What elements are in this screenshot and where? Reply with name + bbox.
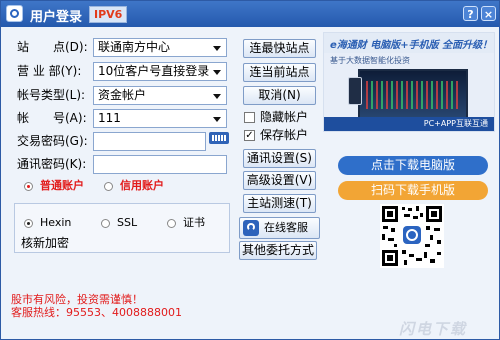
cancel-button[interactable]: 取消(N) [243,86,316,105]
help-button[interactable]: ? [463,6,478,21]
save-account-checkbox[interactable]: ✓ [244,130,255,141]
save-account-label: 保存帐户 [260,128,309,142]
promo-band-text: PC+APP互联互通 [423,119,488,128]
close-button[interactable]: × [481,6,496,21]
credit-account-label: 信用账户 [120,179,164,192]
hide-account-label: 隐藏帐户 [260,110,309,124]
qr-code-graphic [382,206,442,266]
download-pc-button[interactable]: 点击下载电脑版 [338,156,488,175]
monitor-image [358,69,468,119]
account-select[interactable]: 111 [93,109,227,128]
comm-settings-button[interactable]: 通讯设置(S) [243,149,316,168]
normal-account-label: 普通账户 [40,179,84,192]
online-service-label: 在线客服 [264,221,308,234]
headset-icon [243,220,259,236]
title-bar[interactable]: 用户登录 IPV6 ? × [1,1,499,27]
station-select[interactable]: 联通南方中心 [93,38,227,57]
soft-keyboard-icon[interactable] [209,132,229,144]
promo-subtitle: 基于大数据智能化投资 [330,56,410,65]
account-type-label: 帐号类型(L): [17,88,86,102]
advanced-settings-button[interactable]: 高级设置(V) [243,171,316,190]
app-logo-icon [6,5,23,22]
station-label: 站 点(D): [17,40,88,54]
encrypt-label: 核新加密 [21,236,70,250]
window-title: 用户登录 [30,10,83,25]
phone-image [348,77,362,105]
protocol-group: Hexin SSL 证书 核新加密 [14,203,230,253]
hide-account-checkbox[interactable] [244,112,255,123]
online-service-button[interactable]: 在线客服 [239,217,320,239]
protocol-hexin-label: Hexin [40,216,72,229]
current-station-button[interactable]: 连当前站点 [243,63,316,82]
ipv6-badge: IPV6 [89,6,128,23]
promo-banner[interactable]: e海通财 电脑版+手机版 全面升级！ 基于大数据智能化投资 PC+APP互联互通 [323,32,495,132]
other-methods-button[interactable]: 其他委托方式 [239,241,317,260]
qr-code-image [380,204,444,268]
hotline-text: 客服热线：95553、4008888001 [11,306,182,319]
protocol-ssl-radio[interactable] [101,219,110,228]
comm-password-input[interactable] [93,155,227,174]
download-mobile-button[interactable]: 扫码下载手机版 [338,181,488,200]
department-label: 营 业 部(Y): [17,64,82,78]
watermark-text: 闪电下载 [399,320,468,338]
comm-password-label: 通讯密码(K): [17,157,87,171]
account-label: 帐 号(A): [17,111,87,125]
fastest-station-button[interactable]: 连最快站点 [243,39,316,58]
credit-account-radio[interactable] [104,182,113,191]
department-select[interactable]: 10位客户号直接登录 [93,62,227,81]
account-type-select[interactable]: 资金帐户 [93,86,227,105]
protocol-ssl-label: SSL [117,216,138,229]
protocol-hexin-radio[interactable] [24,219,33,228]
protocol-cert-label: 证书 [183,216,205,229]
protocol-cert-radio[interactable] [167,219,176,228]
normal-account-radio[interactable] [24,182,33,191]
station-test-button[interactable]: 主站测速(T) [243,194,316,213]
trade-password-input[interactable] [93,132,206,151]
risk-warning: 股市有风险，投资需谨慎！ [11,293,143,306]
login-window: 用户登录 IPV6 ? × 站 点(D): 联通南方中心 营 业 部(Y): 1… [0,0,500,340]
trade-password-label: 交易密码(G): [17,134,88,148]
promo-title: e海通财 电脑版+手机版 全面升级！ [330,40,493,51]
